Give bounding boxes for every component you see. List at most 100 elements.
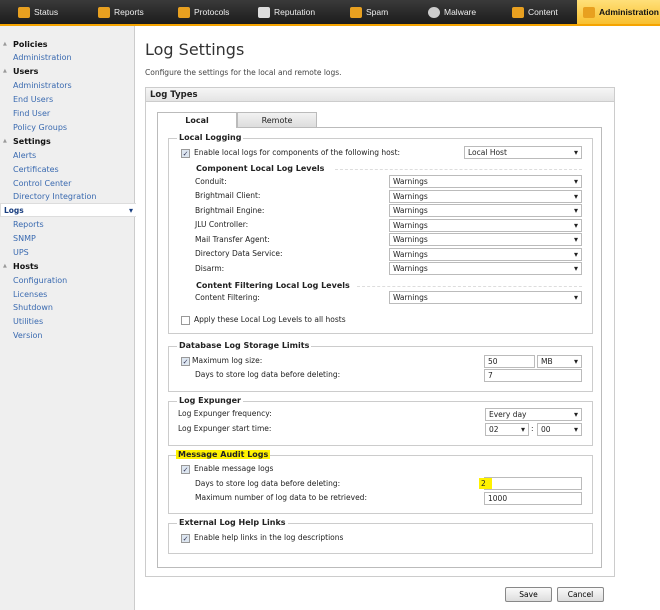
sidebar-item-policy-groups[interactable]: Policy Groups xyxy=(0,121,135,134)
content-filtering-header: Content Filtering Local Log Levels xyxy=(196,281,350,290)
max-log-size-label: Maximum log size: xyxy=(192,356,263,365)
sidebar-heading-settings[interactable]: Settings xyxy=(0,135,135,148)
spam-icon xyxy=(350,6,362,18)
max-log-size-input[interactable]: 50 xyxy=(484,355,535,368)
divider xyxy=(357,286,582,287)
divider xyxy=(335,169,582,170)
component-levels-header: Component Local Log Levels xyxy=(196,164,325,173)
sidebar-heading-policies[interactable]: Policies xyxy=(0,38,135,51)
brightmail-engine-level-select[interactable]: Warnings xyxy=(389,204,582,217)
disarm-level-select[interactable]: Warnings xyxy=(389,262,582,275)
save-button[interactable]: Save xyxy=(505,587,552,602)
content-icon xyxy=(512,6,524,18)
audit-max-input[interactable]: 1000 xyxy=(484,492,582,505)
sidebar: Policies Administration Users Administra… xyxy=(0,26,136,610)
tab-remote[interactable]: Remote xyxy=(237,112,317,127)
sidebar-item-administration[interactable]: Administration xyxy=(0,51,135,64)
sidebar-item-snmp[interactable]: SNMP xyxy=(0,232,135,245)
sidebar-item-shutdown[interactable]: Shutdown xyxy=(0,301,135,314)
apply-all-hosts-label: Apply these Local Log Levels to all host… xyxy=(194,315,346,324)
db-days-input[interactable]: 7 xyxy=(484,369,582,382)
nav-reports[interactable]: Reports xyxy=(98,0,144,24)
sidebar-item-alerts[interactable]: Alerts xyxy=(0,149,135,162)
component-label: Conduit: xyxy=(195,177,227,186)
component-label: JLU Controller: xyxy=(195,220,249,229)
audit-max-label: Maximum number of log data to be retriev… xyxy=(195,493,367,502)
sidebar-heading-users[interactable]: Users xyxy=(0,65,135,78)
component-label: Disarm: xyxy=(195,264,225,273)
nav-label: Protocols xyxy=(194,7,230,17)
audit-days-label: Days to store log data before deleting: xyxy=(195,479,341,488)
nav-spam[interactable]: Spam xyxy=(350,0,388,24)
sidebar-item-directory-integration[interactable]: Directory Integration xyxy=(0,190,135,203)
conduit-level-select[interactable]: Warnings xyxy=(389,175,582,188)
expunger-minute-select[interactable]: 00 xyxy=(537,423,582,436)
help-links-legend: External Log Help Links xyxy=(177,518,288,527)
sidebar-item-licenses[interactable]: Licenses xyxy=(0,288,135,301)
nav-label: Malware xyxy=(444,7,477,17)
max-log-size-checkbox[interactable]: ✓ xyxy=(181,357,190,366)
sidebar-item-find-user[interactable]: Find User xyxy=(0,107,135,120)
reports-icon xyxy=(98,6,110,18)
enable-local-logs-checkbox[interactable]: ✓ xyxy=(181,149,190,158)
dds-level-select[interactable]: Warnings xyxy=(389,248,582,261)
nav-label: Reputation xyxy=(274,7,316,17)
max-log-size-unit-select[interactable]: MB xyxy=(537,355,582,368)
message-audit-legend: Message Audit Logs xyxy=(176,450,271,459)
sidebar-item-control-center[interactable]: Control Center xyxy=(0,177,135,190)
nav-malware[interactable]: Malware xyxy=(428,0,476,24)
status-icon xyxy=(18,6,30,18)
nav-reputation[interactable]: Reputation xyxy=(258,0,315,24)
component-label: Directory Data Service: xyxy=(195,249,283,258)
expunger-hour-select[interactable]: 02 xyxy=(485,423,529,436)
audit-days-value: 2 xyxy=(479,478,492,489)
enable-local-logs-label: Enable local logs for components of the … xyxy=(194,148,401,157)
nav-label: Reports xyxy=(114,7,144,17)
content-filtering-label: Content Filtering: xyxy=(195,293,260,302)
local-logging-legend: Local Logging xyxy=(177,133,244,142)
mta-level-select[interactable]: Warnings xyxy=(389,233,582,246)
protocols-icon xyxy=(178,6,190,18)
sidebar-item-ups[interactable]: UPS xyxy=(0,246,135,259)
expunger-frequency-select[interactable]: Every day xyxy=(485,408,582,421)
enable-message-logs-label: Enable message logs xyxy=(194,464,274,473)
audit-days-input[interactable]: 2 xyxy=(479,477,582,490)
component-label: Brightmail Client: xyxy=(195,191,261,200)
nav-protocols[interactable]: Protocols xyxy=(178,0,229,24)
page-title: Log Settings xyxy=(145,40,245,59)
tab-local[interactable]: Local xyxy=(157,112,237,128)
enable-help-links-label: Enable help links in the log description… xyxy=(194,533,344,542)
enable-help-links-checkbox[interactable]: ✓ xyxy=(181,534,190,543)
page-subtitle: Configure the settings for the local and… xyxy=(145,68,342,77)
enable-message-logs-checkbox[interactable]: ✓ xyxy=(181,465,190,474)
log-expunger-legend: Log Expunger xyxy=(177,396,243,405)
reputation-icon xyxy=(258,6,270,18)
sidebar-item-configuration[interactable]: Configuration xyxy=(0,274,135,287)
sidebar-heading-hosts[interactable]: Hosts xyxy=(0,260,135,273)
top-nav: Status Reports Protocols Reputation Spam… xyxy=(0,0,660,26)
nav-label: Content xyxy=(528,7,558,17)
nav-administration[interactable]: Administration xyxy=(577,0,660,24)
db-days-label: Days to store log data before deleting: xyxy=(195,370,341,379)
jlu-controller-level-select[interactable]: Warnings xyxy=(389,219,582,232)
apply-all-hosts-checkbox[interactable] xyxy=(181,316,190,325)
nav-label: Administration xyxy=(599,7,659,17)
nav-content[interactable]: Content xyxy=(512,0,558,24)
host-select[interactable]: Local Host xyxy=(464,146,582,159)
expunger-frequency-label: Log Expunger frequency: xyxy=(178,409,272,418)
nav-status[interactable]: Status xyxy=(18,0,58,24)
component-label: Brightmail Engine: xyxy=(195,206,265,215)
sidebar-item-administrators[interactable]: Administrators xyxy=(0,79,135,92)
nav-label: Spam xyxy=(366,7,389,17)
sidebar-item-utilities[interactable]: Utilities xyxy=(0,315,135,328)
sidebar-item-end-users[interactable]: End Users xyxy=(0,93,135,106)
sidebar-item-logs[interactable]: Logs xyxy=(0,203,136,218)
sidebar-item-certificates[interactable]: Certificates xyxy=(0,163,135,176)
biohazard-icon xyxy=(428,6,440,18)
brightmail-client-level-select[interactable]: Warnings xyxy=(389,190,582,203)
content-filtering-level-select[interactable]: Warnings xyxy=(389,291,582,304)
sidebar-item-reports[interactable]: Reports xyxy=(0,218,135,231)
cancel-button[interactable]: Cancel xyxy=(557,587,604,602)
sidebar-item-version[interactable]: Version xyxy=(0,329,135,342)
administration-icon xyxy=(583,6,595,18)
